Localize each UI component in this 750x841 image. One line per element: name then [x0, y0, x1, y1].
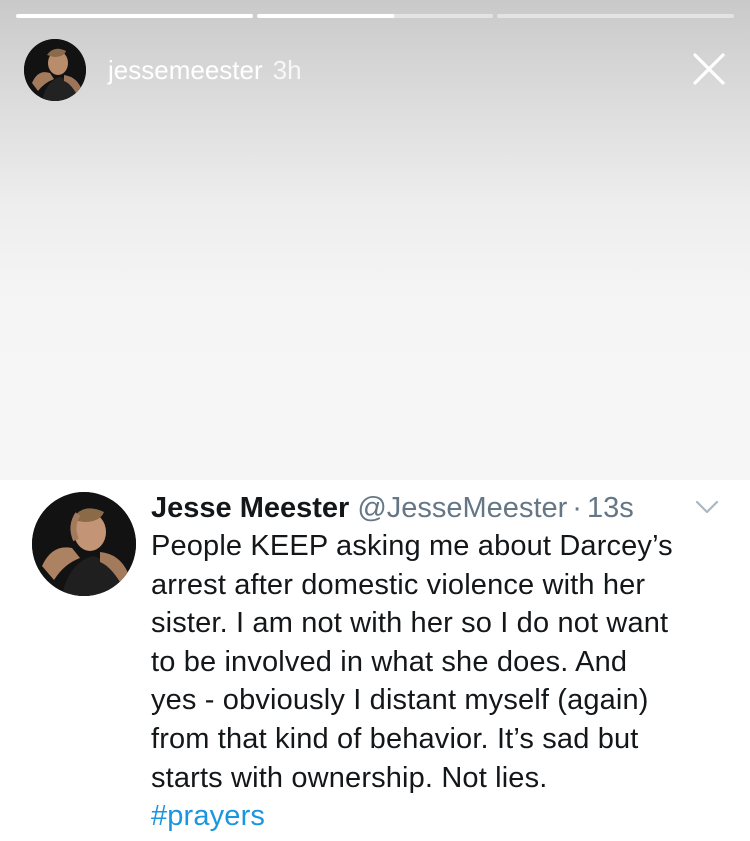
tweet-line: arrest after domestic violence with her — [151, 568, 646, 601]
close-icon — [693, 53, 725, 85]
tweet-card[interactable]: Jesse Meester @JesseMeester · 13s People KE… — [0, 480, 750, 841]
tweet-line: yes - obviously I distant myself (again) — [151, 684, 649, 717]
close-button[interactable] — [692, 52, 726, 86]
tweet-menu-button[interactable] — [694, 498, 720, 516]
tweet-line: sister. I am not with her so I do not wa… — [151, 607, 669, 640]
progress-segment — [497, 14, 735, 18]
avatar-photo-icon — [24, 39, 86, 101]
tweet-line: starts with ownership. Not lies. — [151, 761, 548, 794]
story-username[interactable]: jessemeester — [108, 55, 263, 86]
separator-dot: · — [572, 492, 582, 524]
progress-fill — [256, 14, 394, 18]
tweet-header: Jesse Meester @JesseMeester · 13s — [151, 488, 634, 528]
progress-segment — [256, 14, 494, 18]
tweet-avatar[interactable] — [32, 492, 136, 596]
avatar-photo-icon — [32, 492, 136, 596]
tweet-line: to be involved in what she does. And — [151, 645, 628, 678]
progress-segment — [16, 14, 253, 18]
progress-fill — [16, 14, 253, 18]
story-progress-bar — [16, 14, 735, 18]
story-header: jessemeester 3h — [24, 38, 726, 102]
story-avatar[interactable] — [24, 39, 86, 101]
story-timestamp: 3h — [272, 54, 302, 85]
tweet-author-handle[interactable]: @JesseMeester — [357, 492, 567, 524]
tweet-line: People KEEP asking me about Darcey’s — [151, 530, 673, 562]
tweet-author-name[interactable]: Jesse Meester — [151, 492, 349, 524]
tweet-timestamp[interactable]: 13s — [587, 492, 634, 524]
tweet-line: from that kind of behavior. It’s sad but — [151, 722, 639, 755]
story-background: jessemeester 3h — [0, 0, 750, 480]
chevron-down-icon — [695, 500, 719, 514]
hashtag-link[interactable]: #prayers — [151, 797, 736, 836]
tweet-text: People KEEP asking me about Darcey’s arr… — [151, 527, 736, 836]
